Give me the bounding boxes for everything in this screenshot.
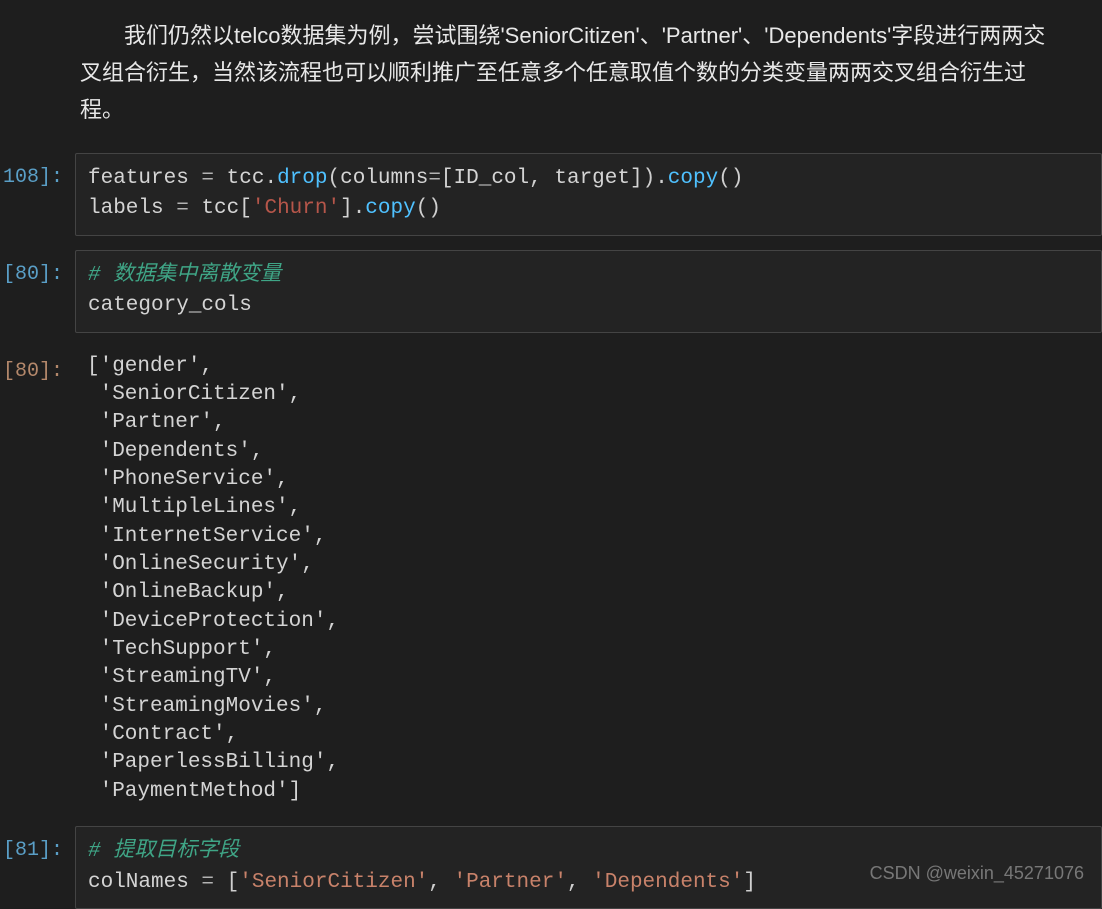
- cell-prompt: [80]:: [0, 250, 75, 290]
- notebook-cells: 108]: features = tcc.drop(columns=[ID_col…: [0, 153, 1102, 909]
- watermark: CSDN @weixin_45271076: [870, 861, 1084, 885]
- code-cell: [80]: # 数据集中离散变量 category_cols: [0, 250, 1102, 333]
- code-cell: 108]: features = tcc.drop(columns=[ID_col…: [0, 153, 1102, 236]
- markdown-cell: 我们仍然以telco数据集为例，尝试围绕'SeniorCitizen'、'Par…: [0, 0, 1102, 153]
- code-text: # 数据集中离散变量 category_cols: [88, 261, 1089, 322]
- code-input-area[interactable]: features = tcc.drop(columns=[ID_col, tar…: [75, 153, 1102, 236]
- markdown-text: 我们仍然以telco数据集为例，尝试围绕'SeniorCitizen'、'Par…: [80, 23, 1045, 122]
- code-input-area[interactable]: # 数据集中离散变量 category_cols: [75, 250, 1102, 333]
- output-text: ['gender', 'SeniorCitizen', 'Partner', '…: [75, 347, 1102, 813]
- output-cell: [80]:['gender', 'SeniorCitizen', 'Partne…: [0, 347, 1102, 813]
- cell-prompt: [80]:: [0, 347, 75, 387]
- cell-prompt: [81]:: [0, 826, 75, 866]
- code-text: features = tcc.drop(columns=[ID_col, tar…: [88, 164, 1089, 225]
- cell-prompt: 108]:: [0, 153, 75, 193]
